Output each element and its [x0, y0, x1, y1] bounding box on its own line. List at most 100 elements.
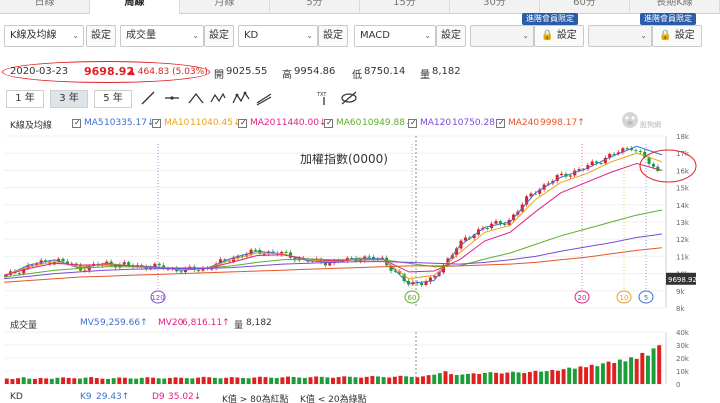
- volume-bar: [263, 377, 268, 384]
- candle-body: [634, 150, 638, 152]
- locked-indicator-select-1[interactable]: ⌄: [470, 25, 534, 47]
- range-button-0[interactable]: 1 年: [6, 90, 44, 108]
- tab-5[interactable]: 30分: [450, 0, 540, 14]
- ma-checkbox-1[interactable]: [152, 119, 161, 128]
- low-label: 低: [352, 70, 362, 81]
- volume-bar: [657, 345, 662, 384]
- ma-checkbox-2[interactable]: [238, 119, 247, 128]
- y-tick-label: 11k: [676, 253, 690, 261]
- mv20-value: 6,816.11↑: [182, 318, 230, 328]
- ma-marker-label: 120: [151, 294, 164, 302]
- locked-setting-button-2[interactable]: 🔒 設定: [652, 25, 702, 47]
- ma-value-2: 11440.00↓: [276, 118, 327, 128]
- main-indicator-select[interactable]: K線及均線 ⌄: [4, 25, 84, 47]
- low-value: 8750.14: [364, 66, 406, 77]
- tab-1[interactable]: 周線: [90, 0, 180, 14]
- d9-name: D9: [152, 392, 165, 402]
- k9-name: K9: [80, 392, 92, 402]
- vol-y-tick-label: 10k: [676, 368, 690, 376]
- ma-checkbox-4[interactable]: [408, 119, 417, 128]
- tab-3[interactable]: 5分: [270, 0, 360, 14]
- tab-4[interactable]: 15分: [360, 0, 450, 14]
- fibonacci-tool-icon[interactable]: [232, 90, 250, 106]
- y-tick-label: 15k: [676, 185, 690, 193]
- main-setting-button[interactable]: 設定: [86, 25, 116, 47]
- ma-checkbox-0[interactable]: [72, 119, 81, 128]
- volume-bar: [111, 378, 116, 384]
- ma-name-3: MA60: [336, 118, 362, 128]
- volume-bar: [567, 367, 572, 384]
- volume-bar: [398, 375, 403, 384]
- volume-bar: [409, 376, 414, 384]
- volume-bar: [89, 377, 94, 384]
- range-buttons: 1 年 3 年 5 年: [6, 90, 138, 110]
- volume-bar: [218, 378, 223, 384]
- chevron-down-icon: ⌄: [640, 31, 647, 40]
- locked-setting-button-1[interactable]: 🔒 設定: [534, 25, 584, 47]
- volume-bar: [437, 373, 442, 384]
- wave-tool-icon[interactable]: [210, 90, 226, 106]
- y-tick-label: 16k: [676, 167, 690, 175]
- candle-body: [651, 163, 655, 167]
- volume-bar: [421, 376, 425, 384]
- locked-indicator-select-2[interactable]: ⌄: [588, 25, 652, 47]
- trend-channel-tool-icon[interactable]: [256, 90, 272, 106]
- y-tick-label: 18k: [676, 133, 690, 141]
- kd-legend-label: KD: [10, 392, 23, 402]
- candle-body: [599, 163, 603, 165]
- indicator2-select[interactable]: MACD ⌄: [354, 25, 436, 47]
- ma-name-1: MA10: [164, 118, 190, 128]
- volume-chart[interactable]: 40k 30k 20k 10k 0: [0, 329, 720, 389]
- volume-bar: [55, 377, 60, 384]
- volume-bar: [347, 376, 352, 384]
- indicator1-select[interactable]: KD ⌄: [238, 25, 318, 47]
- volume-bar: [10, 379, 15, 384]
- tab-0[interactable]: 日線: [0, 0, 90, 14]
- text-tool-icon[interactable]: TXT: [316, 90, 332, 106]
- indicator2-setting-button[interactable]: 設定: [436, 25, 466, 47]
- price-chart[interactable]: 18k17k16k15k14k13k12k11k10k9k8k9698.9212…: [0, 130, 720, 313]
- volume-bar: [4, 378, 9, 384]
- candle-body: [529, 193, 533, 197]
- ma-checkbox-3[interactable]: [324, 119, 333, 128]
- indicator1-setting-button[interactable]: 設定: [318, 25, 348, 47]
- volume-bar: [128, 378, 133, 384]
- y-tick-label: 13k: [676, 219, 690, 227]
- candle-body: [638, 151, 642, 153]
- volume-indicator-select[interactable]: 成交量 ⌄: [120, 25, 204, 47]
- line-tool-icon[interactable]: [140, 90, 156, 106]
- angle-tool-icon[interactable]: [188, 90, 204, 106]
- volume-bar: [252, 377, 257, 384]
- volume-bar: [314, 376, 319, 384]
- volume-bar: [584, 367, 589, 384]
- volume-bar: [207, 377, 212, 384]
- volume-bar: [196, 377, 200, 384]
- volume-bar: [162, 378, 167, 384]
- candle-body: [647, 157, 651, 164]
- ma-name-0: MA5: [84, 118, 104, 128]
- chevron-down-icon: ⌄: [424, 31, 431, 40]
- tab-6[interactable]: 60分: [540, 0, 630, 14]
- volume-bar: [94, 378, 99, 384]
- tab-2[interactable]: 月線: [180, 0, 270, 14]
- ma-checkbox-5[interactable]: [496, 119, 505, 128]
- candle-body: [127, 262, 131, 266]
- volume-bar: [359, 377, 364, 384]
- range-button-1[interactable]: 3 年: [50, 90, 88, 108]
- volume-bar: [190, 378, 195, 384]
- volume-bar: [612, 363, 617, 384]
- candle-body: [17, 273, 21, 275]
- volume-bar: [522, 373, 527, 384]
- volume-setting-button[interactable]: 設定: [204, 25, 234, 47]
- range-button-2[interactable]: 5 年: [94, 90, 132, 108]
- volume-bar: [561, 369, 566, 384]
- price-close: 9698.92: [84, 65, 135, 78]
- volume-bar: [617, 359, 622, 384]
- tab-7[interactable]: 長期K線: [630, 0, 720, 14]
- volume-bar: [241, 378, 245, 384]
- hide-tool-icon[interactable]: [340, 90, 357, 106]
- candle-body: [485, 227, 489, 229]
- horizontal-line-tool-icon[interactable]: [164, 90, 180, 106]
- ma-name-4: MA120: [420, 118, 452, 128]
- candle-body: [61, 258, 65, 262]
